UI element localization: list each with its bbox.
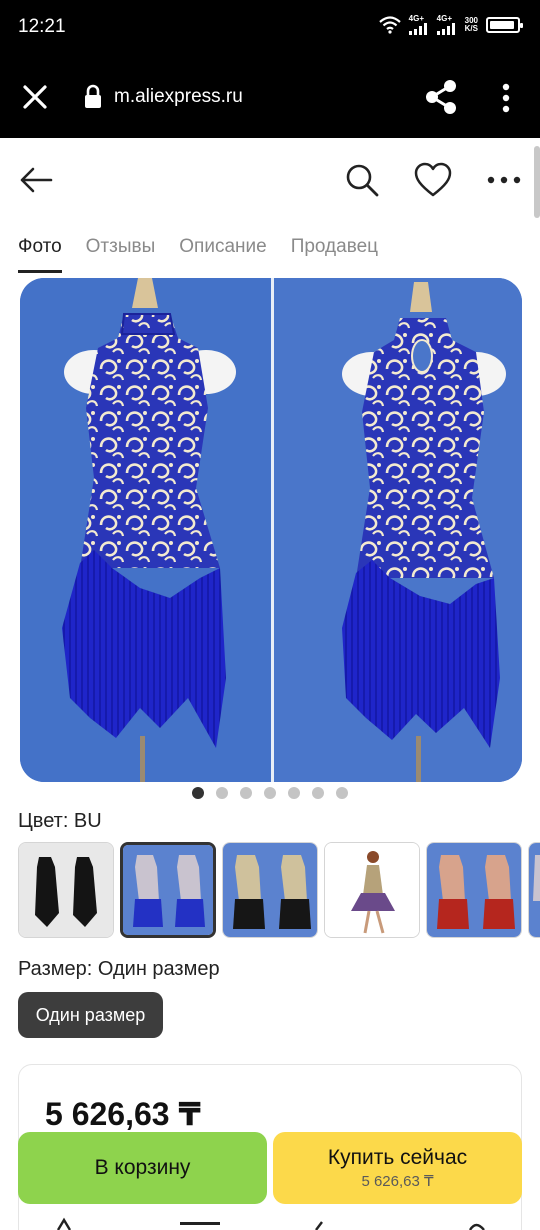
swatch-image [223,843,317,937]
browser-chrome: 12:21 4G+ 4G+ 300 K/S m.aliexpress.ru [0,0,540,138]
size-label: Размер: Один размер [18,958,220,980]
add-to-cart-label: В корзину [94,1156,191,1179]
share-icon[interactable] [424,78,458,116]
gallery-dot[interactable] [312,787,324,799]
gallery-dot[interactable] [216,787,228,799]
tab-description[interactable]: Описание [179,236,266,273]
status-bar: 12:21 4G+ 4G+ 300 K/S [0,0,540,56]
heart-icon[interactable] [414,162,452,198]
tab-reviews[interactable]: Отзывы [86,236,156,273]
more-vertical-icon[interactable] [496,82,516,114]
swatch-image [325,843,419,937]
scrollbar-thumb[interactable] [534,146,540,218]
size-option-one-size[interactable]: Один размер [18,992,163,1038]
lock-icon [85,84,101,108]
product-tabs: Фото Отзывы Описание Продавец [18,236,378,273]
url-text[interactable]: m.aliexpress.ru [114,86,243,108]
swatch-image [123,845,213,935]
price-value: 5 626,63 ₸ [45,1096,201,1132]
wifi-icon [378,15,401,34]
gallery-dot[interactable] [240,787,252,799]
buy-now-button[interactable]: Купить сейчас 5 626,63 ₸ [273,1132,522,1204]
gallery-dot[interactable] [336,787,348,799]
gallery-pagination [192,787,348,799]
signal-1: 4G+ [408,14,429,35]
color-option-black[interactable] [18,842,114,938]
signal-bars-icon [436,23,455,35]
arrow-left-icon[interactable] [18,165,54,195]
bottom-nav-peek [56,1217,485,1230]
product-image-gallery[interactable] [20,278,522,782]
color-option-model-photo[interactable] [324,842,420,938]
color-option-blue-partial[interactable] [528,842,540,938]
color-swatches [18,842,540,938]
swatch-image [427,843,521,937]
status-icons: 4G+ 4G+ 300 K/S [378,14,523,35]
gallery-dot[interactable] [192,787,204,799]
color-option-black-gold[interactable] [222,842,318,938]
gallery-dot[interactable] [288,787,300,799]
search-icon[interactable] [344,162,380,198]
product-photo [20,278,522,782]
signal-2: 4G+ [436,14,457,35]
buy-now-price: 5 626,63 ₸ [361,1173,434,1190]
tab-photo[interactable]: Фото [18,236,62,273]
battery-icon [486,16,523,33]
add-to-cart-button[interactable]: В корзину [18,1132,267,1204]
status-time: 12:21 [18,16,66,37]
address-bar: m.aliexpress.ru [0,56,540,138]
gallery-dot[interactable] [264,787,276,799]
buy-now-label: Купить сейчас [327,1146,468,1169]
color-option-red[interactable] [426,842,522,938]
more-horizontal-icon[interactable] [486,172,522,188]
color-option-blue[interactable] [120,842,216,938]
signal-bars-icon [408,23,427,35]
swatch-image [529,843,540,937]
close-icon[interactable] [20,82,50,112]
network-speed: 300 K/S [464,15,478,33]
swatch-image [19,843,113,937]
color-label: Цвет: BU [18,810,102,832]
tab-seller[interactable]: Продавец [291,236,378,273]
